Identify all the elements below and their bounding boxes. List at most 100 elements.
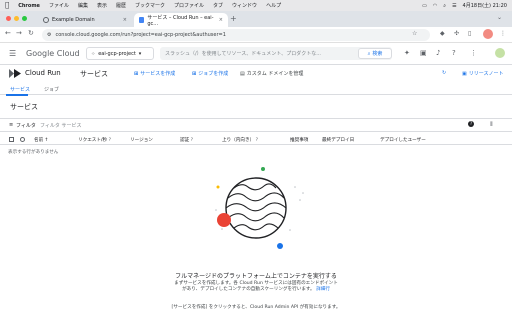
manage-domains-label: カスタム ドメインを管理 [246,71,304,77]
col-auth-label: 認証 [180,138,190,143]
new-tab-icon[interactable]: + [230,14,237,23]
account-avatar[interactable] [495,48,505,58]
wifi-icon[interactable]: ◠ [433,3,437,9]
release-notes-button[interactable]: ▣ リリースノート [462,70,504,78]
address-bar[interactable]: ⚙ console.cloud.google.com/run?project=e… [42,29,430,41]
empty-state-title: フルマネージドのプラットフォーム上でコンテナを実行する [175,273,337,280]
menubar-item-window[interactable]: ウィンドウ [232,2,257,9]
learn-more-link[interactable]: 詳細行 [316,287,330,292]
close-tab-icon[interactable]: × [219,17,223,23]
col-ingress-label: 上り（内向き） [222,138,255,143]
select-all-checkbox[interactable] [9,137,14,142]
control-center-icon[interactable]: ☰ [452,3,456,9]
window-controls [6,16,27,21]
col-ingress[interactable]: 上り（内向き） ? [222,137,258,143]
tab-search-icon[interactable]: ⌄ [497,14,502,21]
product-name: Cloud Run [25,69,61,77]
sidebar-icon[interactable]: ▯ [468,30,471,37]
empty-state-description: まずサービスを作成します。各 Cloud Run サービスには固有のエンドポイン… [0,281,512,293]
sort-arrow-up-icon: ↑ [44,138,49,143]
project-icon: ⁘ [91,50,96,57]
domain-icon: ▤ [240,70,245,77]
spotlight-icon[interactable]: ⌕ [443,3,446,9]
page-title: サービス [80,70,108,78]
cloud-run-logo-icon [9,69,21,78]
col-region[interactable]: リージョン [130,137,153,143]
back-icon[interactable]: ← [5,29,11,37]
cloud-shell-icon[interactable]: ▣ [420,49,427,57]
tab-services[interactable]: サービス [10,86,30,93]
globe-graphic [225,177,287,239]
col-name[interactable]: 名前 ↑ [34,137,49,143]
col-auth[interactable]: 認証 ? [180,137,193,143]
info-icon[interactable]: ? [256,138,258,143]
refresh-icon[interactable]: ↻ [442,70,446,76]
tab-jobs[interactable]: ジョブ [44,86,59,93]
extension-icon[interactable]: ◆ [440,30,445,37]
close-window-button[interactable] [6,16,11,21]
browser-tab-example-domain[interactable]: Example Domain × [38,13,132,27]
zoom-window-button[interactable] [22,16,27,21]
globe-icon [43,17,49,23]
menubar-item-profiles[interactable]: プロファイル [174,2,204,9]
browser-tab-cloud-run[interactable]: サービス – Cloud Run – eai-gc... × [134,13,228,27]
tab-title: Example Domain [52,17,95,23]
help-icon[interactable]: ? [452,49,456,57]
subtabs-bar [0,84,512,95]
col-deployed-by[interactable]: デプロイしたユーザー [380,137,426,143]
menubar-app-name[interactable]: Chrome [18,3,40,9]
column-display-icon[interactable]: ⦀ [490,121,493,129]
menubar-item-help[interactable]: ヘルプ [266,2,281,9]
reload-icon[interactable]: ↻ [28,29,34,37]
notifications-icon[interactable]: ♪ [436,49,440,57]
info-icon[interactable]: ? [191,138,193,143]
col-last-deployed[interactable]: 最終デプロイ日 [322,137,354,143]
filter-icon[interactable]: ≡ [9,122,13,128]
manage-domains-button[interactable]: ▤ カスタム ドメインを管理 [240,70,304,78]
help-circle-icon[interactable]: ? [468,121,474,127]
logo-cloud: Cloud [56,49,80,58]
col-name-label: 名前 [34,138,44,143]
menubar-item-tab[interactable]: タブ [213,2,223,9]
col-recommendations[interactable]: 推奨事項 [290,137,308,143]
active-tab-indicator [6,94,28,96]
settings-more-icon[interactable]: ⋮ [470,49,477,57]
forward-icon[interactable]: → [16,29,22,37]
create-job-label: ジョブを作成 [198,71,229,77]
bookmark-star-icon[interactable]: ☆ [412,30,417,37]
chrome-menu-icon[interactable]: ⋮ [500,30,506,37]
gemini-icon[interactable]: ✦ [404,49,410,57]
address-url: console.cloud.google.com/run?project=eai… [55,32,226,38]
menubar-item-edit[interactable]: 編集 [78,2,88,9]
site-info-icon[interactable]: ⚙ [47,32,51,38]
close-tab-icon[interactable]: × [123,17,127,23]
apple-icon[interactable]:  [5,2,9,9]
release-notes-icon: ▣ [462,70,467,77]
macos-menubar:  Chrome ファイル 編集 表示 履歴 ブックマーク プロファイル タブ … [0,0,512,11]
col-region-label: リージョン [130,138,153,143]
minimize-window-button[interactable] [14,16,19,21]
google-cloud-logo[interactable]: Google Cloud [26,49,80,58]
info-icon[interactable]: ? [109,138,111,143]
search-button[interactable]: ⌕ 検索 [358,48,392,59]
create-job-button[interactable]: ⊞ ジョブを作成 [192,70,229,78]
puzzle-icon[interactable]: ✣ [454,30,459,37]
menubar-item-history[interactable]: 履歴 [116,2,126,9]
menubar-item-view[interactable]: 表示 [97,2,107,9]
add-icon: ⊞ [192,70,197,77]
project-selector[interactable]: ⁘ eai-gcp-project ▾ [86,47,154,60]
battery-icon[interactable]: ▭ [422,3,427,9]
col-requests[interactable]: リクエスト/秒 ? [78,137,111,143]
create-service-button[interactable]: ⊞ サービスを作成 [134,70,176,78]
col-deployed-by-label: デプロイしたユーザー [380,138,426,143]
create-service-label: サービスを作成 [140,71,176,77]
navigation-menu-icon[interactable]: ☰ [9,49,16,58]
project-name: eai-gcp-project [98,50,136,57]
menubar-item-bookmarks[interactable]: ブックマーク [135,2,165,9]
profile-avatar[interactable] [483,29,493,39]
col-requests-label: リクエスト/秒 [78,138,108,143]
menubar-item-file[interactable]: ファイル [49,2,69,9]
menubar-clock[interactable]: 4月18日(土) 21:20 [463,2,507,9]
search-placeholder: スラッシュ（/）を使用してリソース、ドキュメント、プロダクトな... [165,51,321,57]
filter-input[interactable]: フィルタ サービス [40,122,82,129]
